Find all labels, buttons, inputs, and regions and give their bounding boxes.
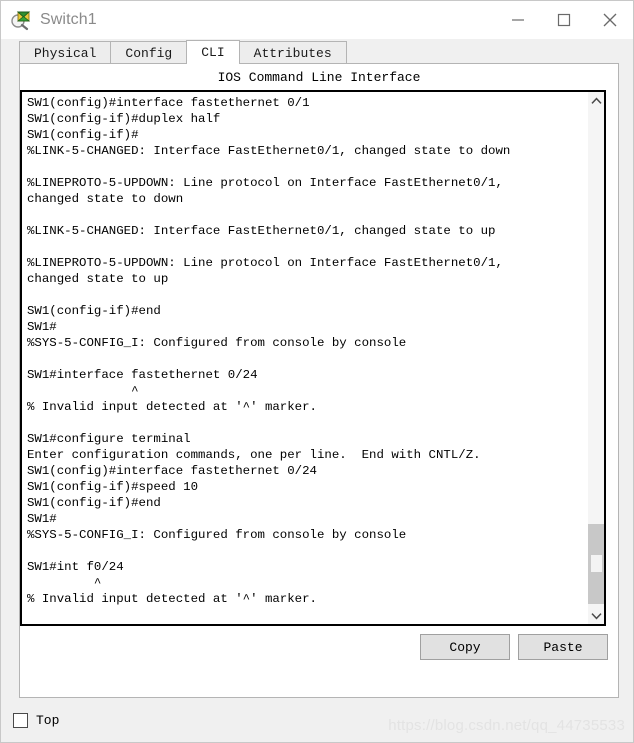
- terminal-line: changed state to down: [27, 192, 184, 206]
- terminal-line: %LINK-5-CHANGED: Interface FastEthernet0…: [27, 224, 496, 238]
- terminal-line: % Invalid input detected at '^' marker.: [27, 592, 317, 606]
- terminal-line: SW1(config-if)#: [27, 128, 139, 142]
- terminal-line: SW1#: [27, 320, 57, 334]
- terminal-line: SW1(config)#interface fastethernet 0/1: [27, 96, 310, 110]
- tab-cli[interactable]: CLI: [186, 40, 240, 64]
- switch-cli-window: Switch1 Physical Config CLI Attributes I…: [0, 0, 634, 743]
- window-controls: [495, 1, 633, 39]
- terminal-line: SW1#configure terminal: [27, 432, 191, 446]
- terminal-line: %LINK-5-CHANGED: Interface FastEthernet0…: [27, 144, 511, 158]
- scroll-down-button[interactable]: [588, 607, 604, 624]
- window-footer: Top https://blog.csdn.net/qq_44735533: [1, 698, 633, 742]
- cli-panel: IOS Command Line Interface SW1(config)#i…: [19, 63, 619, 698]
- terminal-line: SW1#int f0/24: [27, 560, 124, 574]
- terminal-line: %LINEPROTO-5-UPDOWN: Line protocol on In…: [27, 256, 503, 270]
- terminal-line: SW1#: [27, 512, 57, 526]
- tab-physical[interactable]: Physical: [19, 41, 112, 64]
- scroll-up-button[interactable]: [588, 92, 604, 109]
- window-title: Switch1: [40, 11, 97, 28]
- panel-title: IOS Command Line Interface: [217, 70, 421, 85]
- tab-config[interactable]: Config: [110, 41, 188, 64]
- paste-button[interactable]: Paste: [518, 634, 608, 660]
- terminal-line: Enter configuration commands, one per li…: [27, 448, 481, 462]
- terminal-line: SW1(config-if)#end: [27, 496, 161, 510]
- terminal-line: changed state to up: [27, 272, 169, 286]
- terminal-line: %SYS-5-CONFIG_I: Configured from console…: [27, 528, 407, 542]
- switch-magnifier-icon: [10, 9, 32, 31]
- terminal-line: SW1(config-if)#speed 10: [27, 480, 199, 494]
- terminal-line: ^: [27, 576, 102, 590]
- terminal-line-partial: ^: [27, 623, 587, 624]
- top-checkbox-label: Top: [36, 712, 60, 728]
- terminal-line: SW1(config-if)#end: [27, 304, 161, 318]
- maximize-button[interactable]: [541, 1, 587, 39]
- minimize-button[interactable]: [495, 1, 541, 39]
- terminal-output[interactable]: SW1(config)#interface fastethernet 0/1 SW…: [22, 92, 587, 624]
- terminal-scrollbar[interactable]: [587, 92, 604, 624]
- terminal-line: ^: [27, 384, 139, 398]
- terminal-line: %SYS-5-CONFIG_I: Configured from console…: [27, 336, 407, 350]
- scrollbar-thumb[interactable]: [588, 524, 604, 604]
- terminal-line: SW1#interface fastethernet 0/24: [27, 368, 258, 382]
- terminal-line: SW1(config)#interface fastethernet 0/24: [27, 464, 317, 478]
- watermark: https://blog.csdn.net/qq_44735533: [388, 717, 625, 734]
- terminal-container: SW1(config)#interface fastethernet 0/1 SW…: [20, 90, 606, 626]
- tab-attributes[interactable]: Attributes: [238, 41, 347, 64]
- scrollbar-thumb-grip: [591, 555, 602, 572]
- terminal-line: % Invalid input detected at '^' marker.: [27, 400, 317, 414]
- tab-bar: Physical Config CLI Attributes: [1, 39, 633, 64]
- terminal-line: %LINEPROTO-5-UPDOWN: Line protocol on In…: [27, 176, 503, 190]
- action-buttons: Copy Paste: [420, 634, 608, 660]
- close-button[interactable]: [587, 1, 633, 39]
- top-checkbox[interactable]: [13, 712, 28, 728]
- terminal-line: SW1(config-if)#duplex half: [27, 112, 221, 126]
- copy-button[interactable]: Copy: [420, 634, 510, 660]
- window-titlebar: Switch1: [1, 1, 633, 39]
